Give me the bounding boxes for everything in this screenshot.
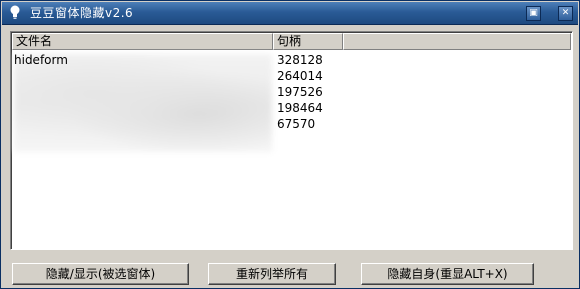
list-header: 文件名 句柄 bbox=[12, 33, 571, 50]
row-filename bbox=[14, 100, 270, 116]
list-row[interactable]: 198464 bbox=[12, 100, 571, 116]
list-row[interactable]: 264014 bbox=[12, 68, 571, 84]
row-handle: 67570 bbox=[277, 117, 316, 131]
close-button[interactable]: ✕ bbox=[558, 6, 573, 21]
row-filename bbox=[14, 116, 270, 132]
list-row[interactable]: 197526 bbox=[12, 84, 571, 100]
row-filename: hideform bbox=[14, 53, 68, 67]
column-header-filename[interactable]: 文件名 bbox=[12, 33, 273, 50]
hide-self-button[interactable]: 隐藏自身(重显ALT+X) bbox=[361, 263, 534, 285]
row-handle: 264014 bbox=[277, 69, 323, 83]
toggle-visibility-button[interactable]: 隐藏/显示(被选窗体) bbox=[12, 263, 189, 285]
column-header-empty[interactable] bbox=[343, 33, 571, 50]
list-row[interactable]: hideform 328128 bbox=[12, 52, 571, 68]
row-handle: 197526 bbox=[277, 85, 323, 99]
app-window: 豆豆窗体隐藏v2.6 ▣ ✕ 文件名 句柄 hideform 328128 26… bbox=[0, 0, 580, 289]
window-title: 豆豆窗体隐藏v2.6 bbox=[30, 6, 134, 20]
window-list[interactable]: 文件名 句柄 hideform 328128 264014 197526 198… bbox=[10, 31, 573, 250]
list-row[interactable]: 67570 bbox=[12, 116, 571, 132]
pin-button[interactable]: ▣ bbox=[526, 6, 541, 21]
row-filename bbox=[14, 68, 270, 84]
list-rows: hideform 328128 264014 197526 198464 675… bbox=[12, 52, 571, 132]
row-filename bbox=[14, 84, 270, 100]
row-handle: 198464 bbox=[277, 101, 323, 115]
relist-all-button[interactable]: 重新列举所有 bbox=[208, 263, 336, 285]
lightbulb-icon bbox=[10, 5, 20, 19]
title-bar[interactable]: 豆豆窗体隐藏v2.6 ▣ ✕ bbox=[2, 2, 578, 25]
column-header-handle[interactable]: 句柄 bbox=[273, 33, 343, 50]
row-handle: 328128 bbox=[277, 53, 323, 67]
